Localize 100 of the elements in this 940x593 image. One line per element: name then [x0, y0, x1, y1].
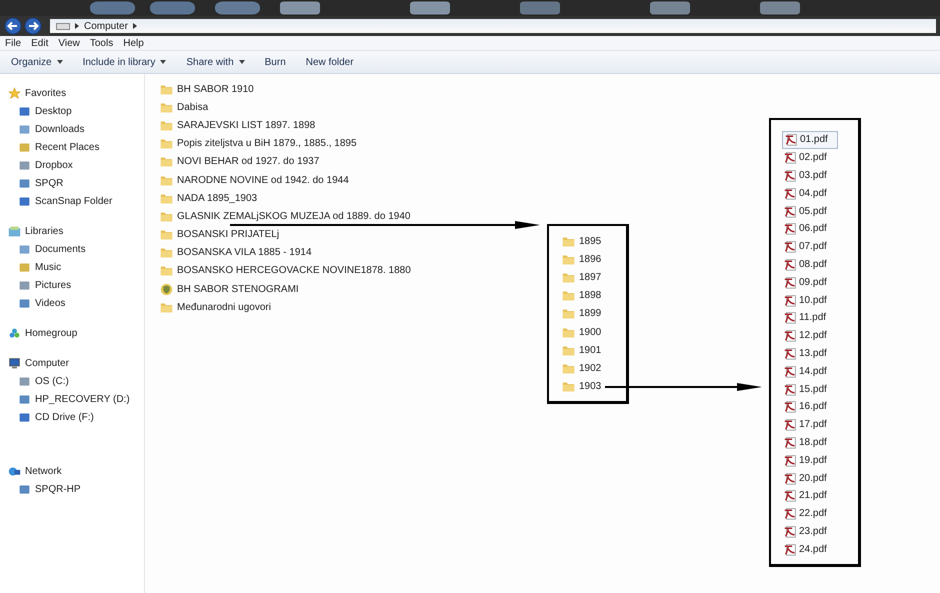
- toolbar-button[interactable]: Share with: [183, 54, 248, 70]
- pdf-entry[interactable]: 24.pdf: [782, 540, 836, 558]
- toolbar-button[interactable]: Include in library: [80, 54, 170, 70]
- menu-item[interactable]: View: [58, 38, 80, 48]
- folder-item[interactable]: NARODNE NOVINE od 1942. do 1944: [160, 170, 349, 190]
- folder-item[interactable]: NADA 1895_1903: [160, 189, 258, 208]
- pdf-icon: [784, 454, 797, 467]
- folder-icon: [160, 300, 173, 314]
- folder-icon: [160, 264, 173, 278]
- folder-item[interactable]: BH SABOR 1910: [160, 80, 254, 98]
- pdf-entry[interactable]: 13.pdf: [782, 344, 836, 362]
- folder-icon: [562, 307, 575, 320]
- sidebar-item[interactable]: OS (C:): [0, 372, 144, 390]
- pdf-entry[interactable]: 03.pdf: [782, 166, 836, 184]
- sidebar-item[interactable]: Pictures: [0, 276, 144, 294]
- sidebar-item[interactable]: HP_RECOVERY (D:): [0, 390, 144, 408]
- folder-icon: [160, 246, 173, 260]
- chevron-icon: [132, 23, 137, 29]
- item-icon: [18, 260, 31, 274]
- pdf-entry[interactable]: 15.pdf: [782, 380, 836, 398]
- toolbar-button[interactable]: New folder: [302, 54, 357, 70]
- folder-item[interactable]: 1901: [562, 341, 602, 360]
- star-icon: [8, 86, 21, 100]
- sidebar-item[interactable]: Downloads: [0, 120, 144, 138]
- sidebar-header[interactable]: Homegroup: [0, 324, 144, 342]
- folder-item[interactable]: Dabisa: [160, 98, 208, 116]
- pdf-entry[interactable]: 21.pdf: [782, 486, 836, 505]
- folder-item[interactable]: 1897: [562, 268, 602, 287]
- folder-item[interactable]: Međunarodni ugovori: [160, 298, 271, 316]
- pdf-entry[interactable]: 14.pdf: [782, 362, 836, 380]
- forward-button[interactable]: [24, 17, 42, 35]
- pdf-icon: [784, 204, 797, 218]
- item-icon: [18, 242, 31, 256]
- toolbar-button[interactable]: Organize: [8, 54, 66, 70]
- folder-item[interactable]: SARAJEVSKI LIST 1897. 1898: [160, 116, 316, 135]
- breadcrumb[interactable]: Computer: [84, 20, 128, 32]
- folder-item[interactable]: NOVI BEHAR od 1927. do 1937: [160, 152, 320, 171]
- pdf-entry[interactable]: 10.pdf: [782, 291, 836, 309]
- sidebar-item[interactable]: ScanSnap Folder: [0, 192, 144, 210]
- address-bar[interactable]: Computer: [50, 19, 936, 33]
- folder-item[interactable]: GLASNIK ZEMALjSKOG MUZEJA od 1889. do 1940: [160, 207, 410, 226]
- folder-icon: [562, 252, 575, 266]
- pdf-entry[interactable]: 08.pdf: [782, 256, 836, 274]
- pdf-entry[interactable]: 19.pdf: [782, 451, 836, 470]
- sidebar-item[interactable]: SPQR: [0, 174, 144, 192]
- folder-item[interactable]: BOSANSKA VILA 1885 - 1914: [160, 244, 312, 262]
- folder-item[interactable]: 1899: [562, 304, 602, 323]
- folder-item[interactable]: 1900: [562, 322, 602, 342]
- back-button[interactable]: [4, 17, 22, 35]
- shield-icon: [160, 282, 173, 296]
- pdf-icon: [784, 436, 797, 449]
- pdf-entry[interactable]: 23.pdf: [782, 522, 836, 540]
- folder-item[interactable]: 1903: [562, 378, 602, 396]
- pdf-entry[interactable]: 20.pdf: [782, 469, 836, 487]
- sidebar-header[interactable]: Libraries: [0, 222, 144, 240]
- pdf-icon: [784, 382, 797, 396]
- menu-item[interactable]: Tools: [90, 38, 114, 48]
- pdf-entry[interactable]: 22.pdf: [782, 504, 836, 523]
- sidebar-item[interactable]: CD Drive (F:): [0, 408, 144, 426]
- pdf-entry[interactable]: 02.pdf: [782, 148, 836, 167]
- sidebar-item[interactable]: Desktop: [0, 102, 144, 120]
- pdf-entry[interactable]: 07.pdf: [782, 238, 836, 256]
- menu-item[interactable]: Help: [123, 38, 144, 48]
- pdf-entry[interactable]: 05.pdf: [782, 202, 836, 220]
- pdf-entry[interactable]: 09.pdf: [782, 273, 836, 292]
- sidebar-item[interactable]: Music: [0, 258, 144, 276]
- menu-item[interactable]: Edit: [31, 38, 48, 48]
- folder-item[interactable]: 1902: [562, 359, 602, 378]
- folder-item[interactable]: 1898: [562, 286, 602, 305]
- menu-item[interactable]: File: [5, 38, 22, 48]
- pdf-entry[interactable]: 06.pdf: [782, 220, 836, 238]
- sidebar-item[interactable]: Recent Places: [0, 138, 144, 156]
- toolbar-button[interactable]: Burn: [262, 54, 289, 70]
- sidebar-item[interactable]: Videos: [0, 294, 144, 312]
- folder-item[interactable]: Popis ziteljstva u BiH 1879., 1885., 1895: [160, 134, 357, 153]
- pdf-entry[interactable]: 17.pdf: [782, 416, 836, 434]
- pdf-entry[interactable]: 16.pdf: [782, 398, 836, 416]
- sidebar-item[interactable]: Documents: [0, 240, 144, 258]
- folder-item[interactable]: BH SABOR STENOGRAMI: [160, 280, 299, 298]
- pdf-entry[interactable]: 11.pdf: [782, 308, 836, 327]
- sidebar-header[interactable]: Network: [0, 462, 144, 480]
- folder-item[interactable]: 1895: [562, 232, 602, 250]
- folder-icon: [160, 210, 173, 223]
- folder-icon: [160, 82, 173, 96]
- folder-item[interactable]: BOSANSKO HERCEGOVACKE NOVINE1878. 1880: [160, 262, 411, 280]
- sidebar-item[interactable]: Dropbox: [0, 156, 144, 174]
- sidebar-header[interactable]: Favorites: [0, 84, 144, 102]
- folder-item[interactable]: BOSANSKI PRIJATELj: [160, 226, 280, 244]
- pdf-entry[interactable]: 12.pdf: [782, 326, 836, 345]
- pdf-icon: [784, 168, 797, 182]
- drive-icon: [56, 22, 70, 30]
- sidebar-header[interactable]: Computer: [0, 354, 144, 372]
- pdf-entry[interactable]: 04.pdf: [782, 184, 836, 202]
- folder-icon: [562, 326, 575, 339]
- sidebar-item[interactable]: SPQR-HP: [0, 480, 144, 498]
- pdf-icon: [785, 133, 798, 146]
- pdf-entry[interactable]: 18.pdf: [782, 434, 836, 452]
- folder-item[interactable]: 1896: [562, 250, 602, 268]
- pdf-entry[interactable]: 01.pdf: [782, 131, 838, 149]
- item-icon: [18, 482, 31, 496]
